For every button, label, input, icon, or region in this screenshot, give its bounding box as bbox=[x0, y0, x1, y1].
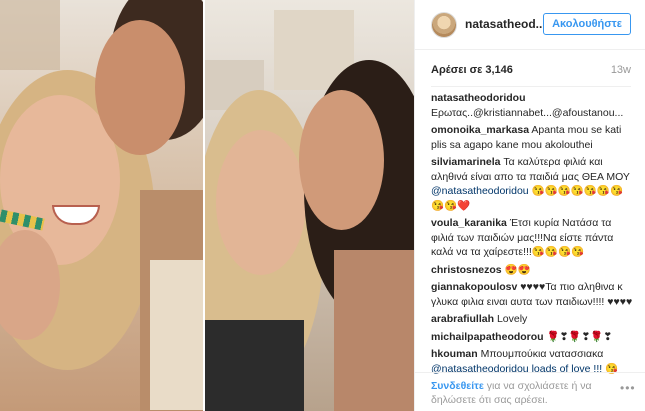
comment: giannakopoulosv ♥♥♥♥Τα πιο αληθινα κ γλυ… bbox=[431, 280, 636, 309]
likes-row: Αρέσει σε 3,146 13w bbox=[431, 64, 631, 80]
comment-text: Ερωτας..@kristiannabet...@afoustanou... bbox=[431, 106, 624, 119]
likes-count[interactable]: Αρέσει σε 3,146 bbox=[431, 64, 513, 76]
comment-user[interactable]: silviamarinela bbox=[431, 156, 500, 168]
comment-user[interactable]: michailpapatheodorou bbox=[431, 331, 544, 343]
brunette-shoulder-shape bbox=[334, 250, 414, 411]
post-time[interactable]: 13w bbox=[611, 64, 631, 76]
photo-right-half bbox=[204, 0, 414, 411]
comment-text: 🌹❣🌹❣🌹❣ bbox=[546, 330, 613, 343]
avatar[interactable] bbox=[431, 12, 457, 38]
curtain-shape bbox=[0, 0, 60, 70]
comment-mention[interactable]: @natasatheodoridou 😘😘😘😘😘😘😘😘😘❤️ bbox=[431, 185, 623, 212]
follow-button[interactable]: Ακολουθήστε bbox=[543, 13, 631, 35]
comment-user[interactable]: voula_karanika bbox=[431, 217, 507, 229]
comment-user[interactable]: christosnezos bbox=[431, 264, 502, 276]
comment-user[interactable]: omonoika_markasa bbox=[431, 124, 529, 136]
more-options-icon[interactable]: ••• bbox=[620, 381, 636, 395]
divider bbox=[431, 86, 631, 87]
comment-user[interactable]: giannakopoulosv bbox=[431, 281, 517, 293]
comments-list: natasatheodoridou Ερωτας..@kristiannabet… bbox=[431, 91, 636, 379]
comment: christosnezos 😍😍 bbox=[431, 263, 636, 278]
comment-text: Lovely bbox=[496, 313, 528, 325]
login-prompt: Συνδεθείτε για να σχολιάσετε ή να δηλώσε… bbox=[431, 379, 616, 407]
comment-user[interactable]: arabrafiullah bbox=[431, 313, 494, 325]
kissing-face-shape bbox=[95, 20, 185, 155]
instagram-post-view: natasatheod... Ακολουθήστε Αρέσει σε 3,1… bbox=[0, 0, 645, 411]
post-footer: Συνδεθείτε για να σχολιάσετε ή να δηλώσε… bbox=[415, 372, 645, 411]
post-side-panel: natasatheod... Ακολουθήστε Αρέσει σε 3,1… bbox=[414, 0, 645, 411]
comment-user[interactable]: natasatheodoridou bbox=[431, 92, 526, 104]
photo-left-half bbox=[0, 0, 204, 411]
photo-seam bbox=[203, 0, 205, 411]
comment: voula_karanika Έτσι κυρία Νατάσα τα φιλι… bbox=[431, 216, 636, 260]
comment-text: Μπουμπούκια νατασσιακα bbox=[480, 348, 604, 360]
comment: arabrafiullah Lovely bbox=[431, 312, 636, 327]
brunette-face-shape bbox=[299, 90, 384, 230]
comment-text: 😍😍 bbox=[504, 263, 531, 276]
comment: michailpapatheodorou 🌹❣🌹❣🌹❣ bbox=[431, 330, 636, 345]
dark-top-shape bbox=[204, 320, 304, 411]
comment-user[interactable]: hkouman bbox=[431, 348, 478, 360]
login-link[interactable]: Συνδεθείτε bbox=[431, 380, 484, 392]
comment: silviamarinela Τα καλύτερα φιλιά και αλη… bbox=[431, 155, 636, 213]
comment: natasatheodoridou Ερωτας..@kristiannabet… bbox=[431, 91, 636, 120]
post-photo[interactable] bbox=[0, 0, 414, 411]
top-shape bbox=[150, 260, 204, 410]
post-header: natasatheod... Ακολουθήστε bbox=[415, 0, 645, 50]
blonde-face-shape bbox=[216, 130, 306, 275]
comment: omonoika_markasa Apanta mou se kati plis… bbox=[431, 123, 636, 152]
username[interactable]: natasatheod... bbox=[465, 17, 546, 31]
